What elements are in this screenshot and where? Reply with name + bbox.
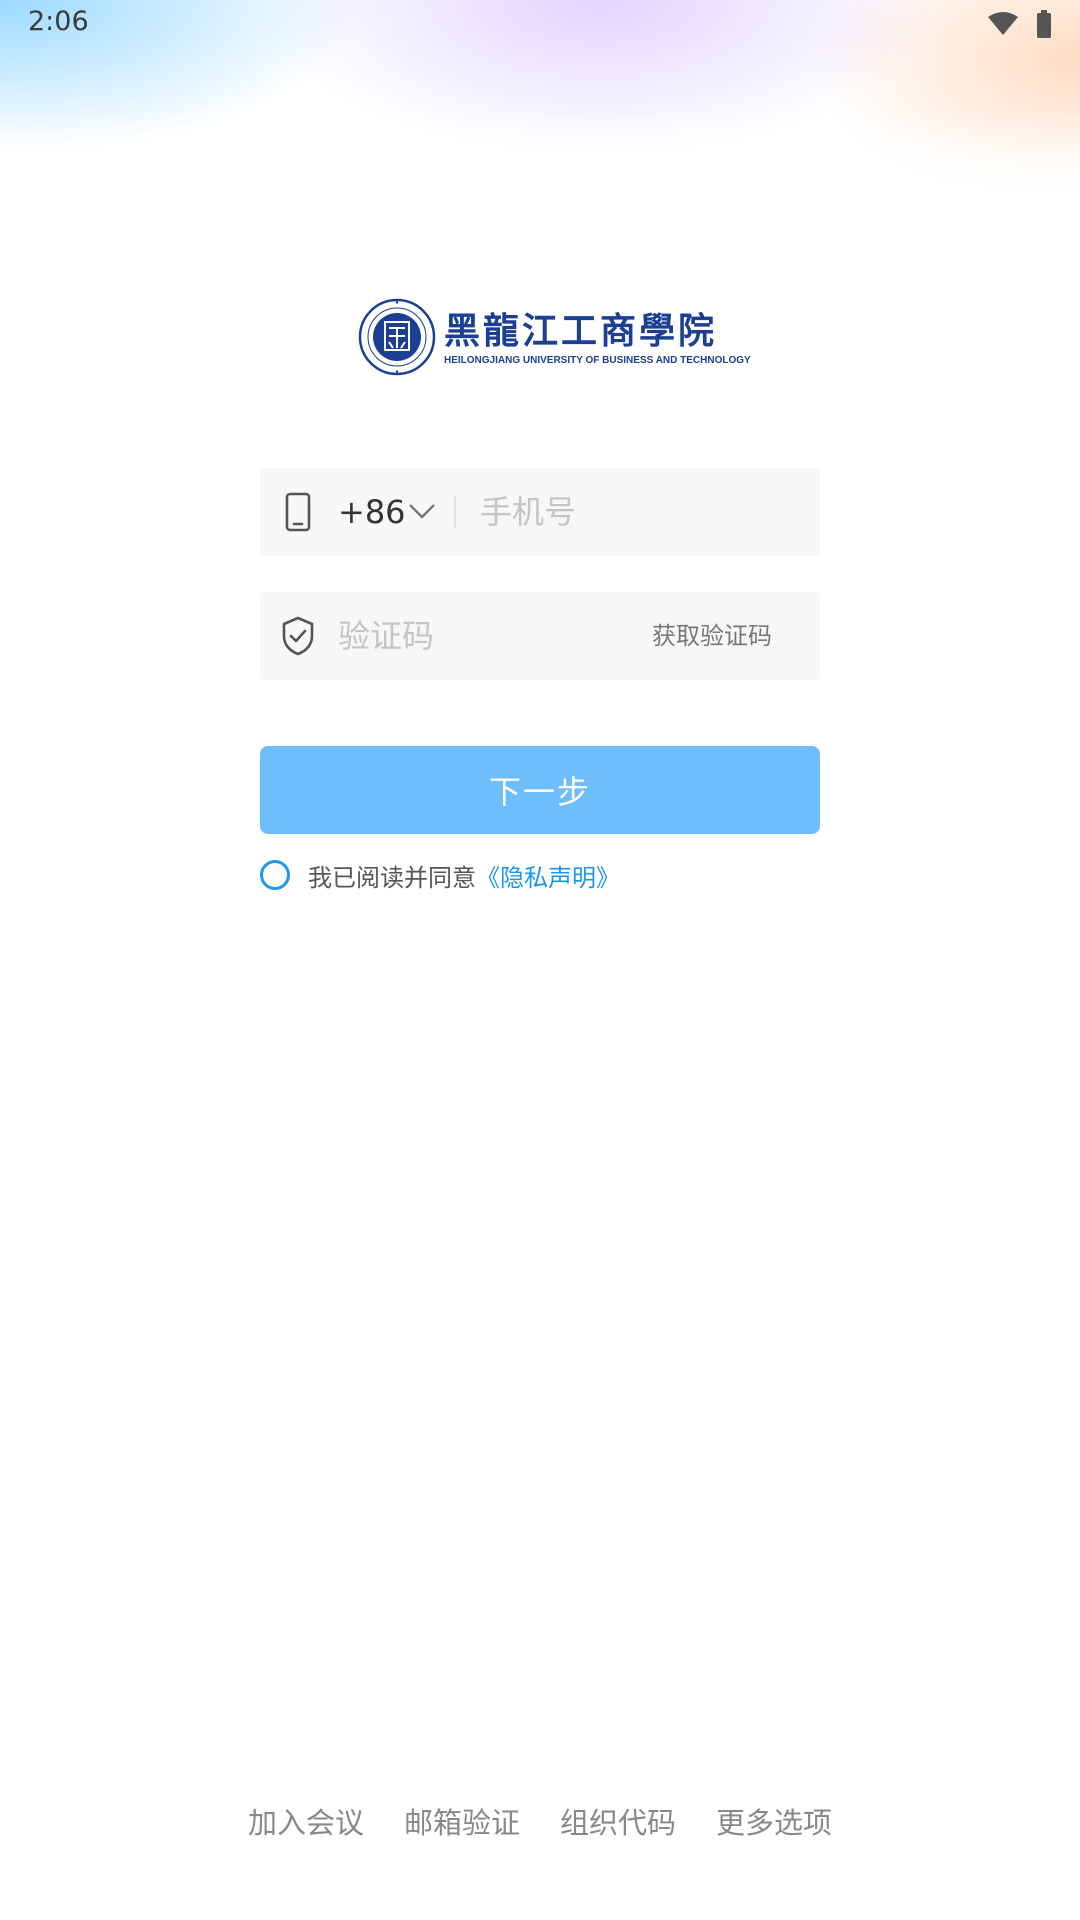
- country-code-selector[interactable]: +86: [338, 490, 406, 534]
- university-seal-icon: [358, 298, 436, 376]
- get-code-button[interactable]: 获取验证码: [652, 614, 772, 658]
- join-meeting-option[interactable]: 加入会议: [248, 1800, 364, 1842]
- smartphone-icon: [285, 492, 311, 532]
- university-logo: 黑龍江工商學院 HEILONGJIANG UNIVERSITY OF BUSIN…: [358, 296, 751, 378]
- shield-check-icon: [282, 616, 314, 656]
- battery-icon: [1037, 10, 1051, 38]
- agree-checkbox[interactable]: [260, 860, 290, 890]
- agreement-text: 我已阅读并同意: [308, 863, 476, 892]
- next-step-button[interactable]: 下一步: [260, 746, 820, 834]
- chevron-down-icon[interactable]: [408, 500, 436, 522]
- status-bar: 2:06: [0, 0, 1080, 50]
- privacy-agreement: 我已阅读并同意 《隐私声明》: [260, 858, 620, 892]
- email-verification-option[interactable]: 邮箱验证: [404, 1800, 520, 1842]
- phone-field: +86: [260, 468, 820, 556]
- phone-number-input[interactable]: [480, 486, 800, 538]
- wifi-icon: [988, 12, 1018, 35]
- more-options-option[interactable]: 更多选项: [716, 1800, 832, 1842]
- status-icons: [988, 10, 1052, 38]
- logo-text: 黑龍江工商學院 HEILONGJIANG UNIVERSITY OF BUSIN…: [444, 309, 751, 366]
- verification-code-field: 获取验证码: [260, 592, 820, 680]
- university-name-english: HEILONGJIANG UNIVERSITY OF BUSINESS AND …: [444, 354, 751, 366]
- verification-code-input[interactable]: [338, 610, 628, 662]
- field-divider: [454, 496, 456, 528]
- privacy-statement-link[interactable]: 《隐私声明》: [476, 858, 620, 893]
- organization-code-option[interactable]: 组织代码: [560, 1800, 676, 1842]
- bottom-options: 加入会议 邮箱验证 组织代码 更多选项: [0, 1800, 1080, 1842]
- university-name: 黑龍江工商學院: [444, 309, 718, 352]
- status-time: 2:06: [28, 6, 89, 37]
